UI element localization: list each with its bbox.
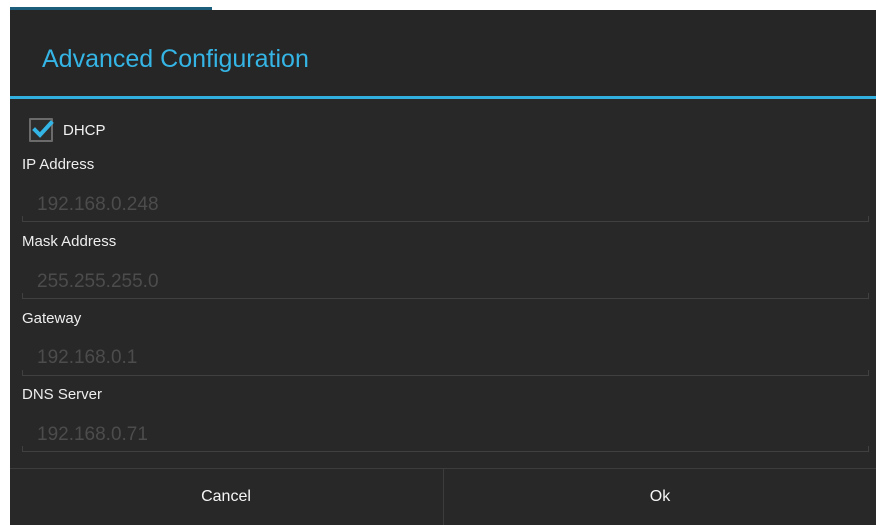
dns-server-label: DNS Server bbox=[22, 386, 103, 403]
dhcp-checkbox-row[interactable]: DHCP bbox=[29, 116, 106, 144]
dialog-title-bar: Advanced Configuration bbox=[10, 10, 876, 96]
cancel-button[interactable]: Cancel bbox=[10, 469, 442, 525]
dhcp-label: DHCP bbox=[63, 121, 106, 139]
mask-address-label: Mask Address bbox=[22, 233, 117, 250]
ip-address-input[interactable]: 192.168.0.248 bbox=[37, 194, 159, 216]
mask-address-input[interactable]: 255.255.255.0 bbox=[37, 271, 159, 293]
ip-address-underline bbox=[22, 216, 869, 222]
mask-address-underline bbox=[22, 293, 869, 299]
dns-server-input[interactable]: 192.168.0.71 bbox=[37, 424, 148, 446]
ip-address-label: IP Address bbox=[22, 156, 95, 173]
check-icon bbox=[32, 120, 54, 138]
gateway-underline bbox=[22, 370, 869, 376]
dhcp-checkbox[interactable] bbox=[29, 118, 54, 142]
dns-server-underline bbox=[22, 446, 869, 452]
dialog-title: Advanced Configuration bbox=[42, 45, 309, 73]
title-divider bbox=[10, 96, 876, 99]
gateway-input[interactable]: 192.168.0.1 bbox=[37, 347, 137, 369]
ok-button[interactable]: Ok bbox=[444, 469, 876, 525]
advanced-configuration-dialog: Advanced Configuration DHCP IP Address 1… bbox=[10, 10, 876, 525]
gateway-label: Gateway bbox=[22, 310, 82, 327]
